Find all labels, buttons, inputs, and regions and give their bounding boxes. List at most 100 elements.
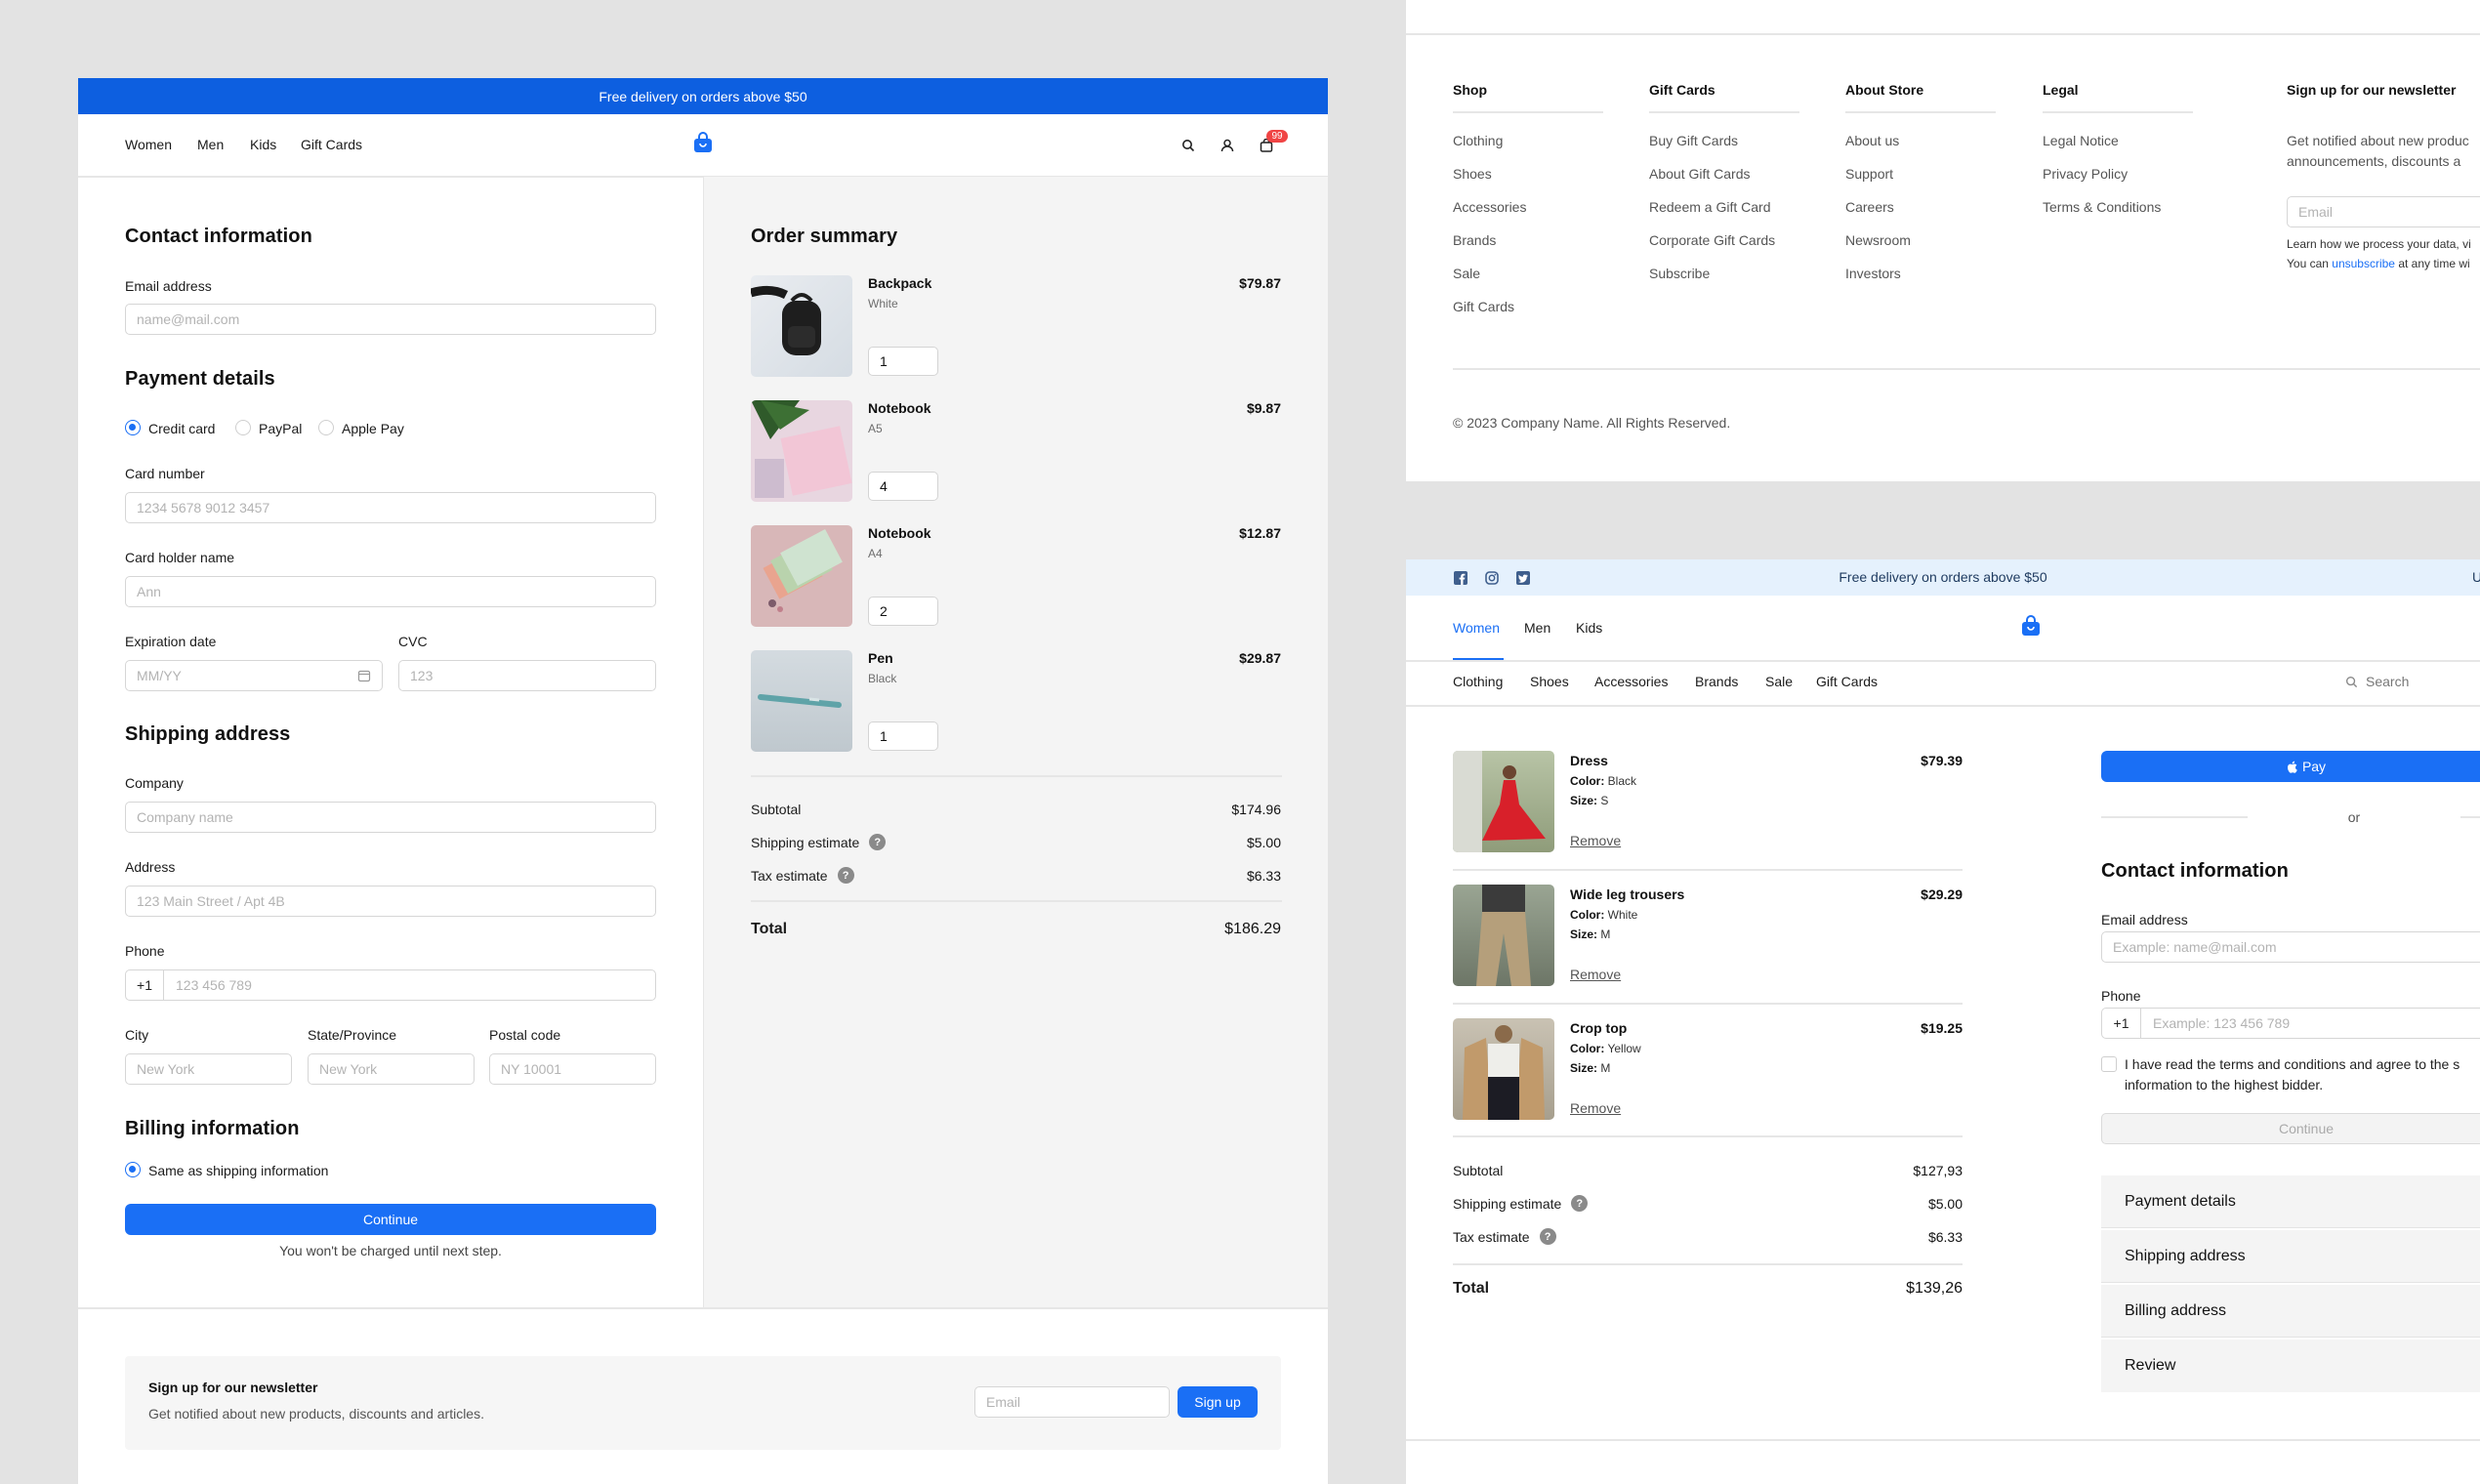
billing-title: Billing information bbox=[125, 1118, 300, 1139]
item-price: $29.87 bbox=[1239, 650, 1281, 666]
email-field[interactable]: Example: name@mail.com bbox=[2101, 931, 2480, 963]
footer-link[interactable]: Brands bbox=[1453, 232, 1496, 248]
city-field[interactable]: New York bbox=[125, 1053, 292, 1085]
email-field[interactable]: name@mail.com bbox=[125, 304, 656, 335]
footer-link[interactable]: Terms & Conditions bbox=[2043, 199, 2161, 215]
subnav-sale[interactable]: Sale bbox=[1765, 674, 1793, 689]
footer-link[interactable]: Gift Cards bbox=[1453, 299, 1514, 314]
expiration-field[interactable]: MM/YY bbox=[125, 660, 383, 691]
item-quantity-input[interactable]: 1 bbox=[868, 347, 938, 376]
footer-link[interactable]: Buy Gift Cards bbox=[1649, 133, 1738, 148]
company-label: Company bbox=[125, 775, 184, 791]
continue-button[interactable]: Continue bbox=[125, 1204, 656, 1235]
help-icon[interactable]: ? bbox=[869, 834, 887, 850]
subnav-gift-cards[interactable]: Gift Cards bbox=[1816, 674, 1878, 689]
remove-link[interactable]: Remove bbox=[1570, 1100, 1621, 1116]
phone-placeholder: Example: 123 456 789 bbox=[2153, 1015, 2291, 1031]
total-label: Total bbox=[751, 921, 787, 938]
footer-link[interactable]: Careers bbox=[1845, 199, 1894, 215]
company-field[interactable]: Company name bbox=[125, 802, 656, 833]
footer-link[interactable]: Support bbox=[1845, 166, 1893, 182]
unsubscribe-link[interactable]: unsubscribe bbox=[2332, 257, 2395, 270]
footer-link[interactable]: Redeem a Gift Card bbox=[1649, 199, 1771, 215]
footer-link[interactable]: Sale bbox=[1453, 266, 1480, 281]
cvc-field[interactable]: 123 bbox=[398, 660, 656, 691]
search-icon[interactable] bbox=[1181, 139, 1195, 152]
footer-link[interactable]: Legal Notice bbox=[2043, 133, 2119, 148]
radio-same-as-shipping[interactable] bbox=[125, 1162, 141, 1177]
step-review[interactable]: Review bbox=[2101, 1340, 2480, 1392]
step-payment-details[interactable]: Payment details bbox=[2101, 1175, 2480, 1228]
nav-women[interactable]: Women bbox=[1453, 620, 1500, 636]
search-placeholder: Search bbox=[2366, 674, 2410, 689]
footer-link[interactable]: About Gift Cards bbox=[1649, 166, 1751, 182]
privacy-prefix: You can bbox=[2287, 257, 2333, 270]
radio-credit-card[interactable] bbox=[125, 420, 141, 435]
footer-link[interactable]: Clothing bbox=[1453, 133, 1503, 148]
card-number-field[interactable]: 1234 5678 9012 3457 bbox=[125, 492, 656, 523]
nav-men[interactable]: Men bbox=[197, 137, 224, 152]
apple-pay-button[interactable]: Pay bbox=[2101, 751, 2480, 782]
step-billing-address[interactable]: Billing address bbox=[2101, 1285, 2480, 1338]
store-logo-icon[interactable] bbox=[692, 132, 714, 153]
step-shipping-address[interactable]: Shipping address bbox=[2101, 1230, 2480, 1283]
item-quantity-input[interactable]: 1 bbox=[868, 721, 938, 751]
help-icon[interactable]: ? bbox=[1539, 1228, 1556, 1245]
product-image-crop-top bbox=[1453, 1018, 1554, 1120]
step-label: Billing address bbox=[2125, 1301, 2227, 1319]
subnav-clothing[interactable]: Clothing bbox=[1453, 674, 1503, 689]
search-field[interactable]: Search bbox=[2345, 668, 2480, 695]
summary-divider bbox=[751, 775, 1282, 777]
nav-kids[interactable]: Kids bbox=[1576, 620, 1602, 636]
item-quantity-input[interactable]: 4 bbox=[868, 472, 938, 501]
remove-link[interactable]: Remove bbox=[1570, 967, 1621, 982]
subtotal-label: Subtotal bbox=[751, 802, 801, 817]
item-variant: A4 bbox=[868, 547, 883, 560]
radio-apple-pay[interactable] bbox=[318, 420, 334, 435]
footer-link[interactable]: Shoes bbox=[1453, 166, 1492, 182]
cart-item-divider bbox=[1453, 1135, 1963, 1137]
checkout-panel: Free delivery on orders above $50 Women … bbox=[78, 78, 1328, 1484]
footer-link[interactable]: About us bbox=[1845, 133, 1899, 148]
help-icon[interactable]: ? bbox=[837, 867, 854, 884]
phone-field[interactable]: +1 123 456 789 bbox=[125, 969, 656, 1001]
terms-checkbox[interactable] bbox=[2101, 1056, 2117, 1072]
postal-field[interactable]: NY 10001 bbox=[489, 1053, 656, 1085]
item-variant: White bbox=[868, 297, 898, 310]
product-image-trousers bbox=[1453, 885, 1554, 986]
item-quantity-input[interactable]: 2 bbox=[868, 597, 938, 626]
footer-link[interactable]: Corporate Gift Cards bbox=[1649, 232, 1775, 248]
footer-link[interactable]: Privacy Policy bbox=[2043, 166, 2128, 182]
sign-up-button[interactable]: Sign up bbox=[1178, 1386, 1258, 1418]
footer-link[interactable]: Accessories bbox=[1453, 199, 1526, 215]
footer-link[interactable]: Investors bbox=[1845, 266, 1901, 281]
subnav-shoes[interactable]: Shoes bbox=[1530, 674, 1569, 689]
subnav-accessories[interactable]: Accessories bbox=[1594, 674, 1668, 689]
newsletter-email-field[interactable]: Email bbox=[974, 1386, 1170, 1418]
footer-email-field[interactable]: Email bbox=[2287, 196, 2480, 227]
footer-panel: Shop Clothing Shoes Accessories Brands S… bbox=[1406, 0, 2480, 481]
nav-men[interactable]: Men bbox=[1524, 620, 1550, 636]
item-price: $9.87 bbox=[1246, 400, 1281, 416]
phone-field[interactable]: +1 Example: 123 456 789 bbox=[2101, 1008, 2480, 1039]
radio-paypal[interactable] bbox=[235, 420, 251, 435]
card-holder-field[interactable]: Ann bbox=[125, 576, 656, 607]
nav-women[interactable]: Women bbox=[125, 137, 172, 152]
tax-estimate-label: Tax estimate? bbox=[1453, 1228, 1556, 1245]
continue-button[interactable]: Continue bbox=[2101, 1113, 2480, 1144]
store-logo-icon[interactable] bbox=[2020, 615, 2042, 637]
remove-link[interactable]: Remove bbox=[1570, 833, 1621, 848]
footer-link[interactable]: Subscribe bbox=[1649, 266, 1710, 281]
account-icon[interactable] bbox=[1220, 139, 1234, 152]
or-divider-left bbox=[2101, 816, 2248, 818]
nav-kids[interactable]: Kids bbox=[250, 137, 276, 152]
subnav-brands[interactable]: Brands bbox=[1695, 674, 1738, 689]
state-placeholder: New York bbox=[319, 1061, 378, 1077]
card-holder-label: Card holder name bbox=[125, 550, 235, 565]
nav-gift-cards[interactable]: Gift Cards bbox=[301, 137, 362, 152]
address-field[interactable]: 123 Main Street / Apt 4B bbox=[125, 886, 656, 917]
footer-link[interactable]: Newsroom bbox=[1845, 232, 1911, 248]
privacy-suffix: at any time wi bbox=[2394, 257, 2470, 270]
state-field[interactable]: New York bbox=[308, 1053, 475, 1085]
help-icon[interactable]: ? bbox=[1571, 1195, 1589, 1212]
